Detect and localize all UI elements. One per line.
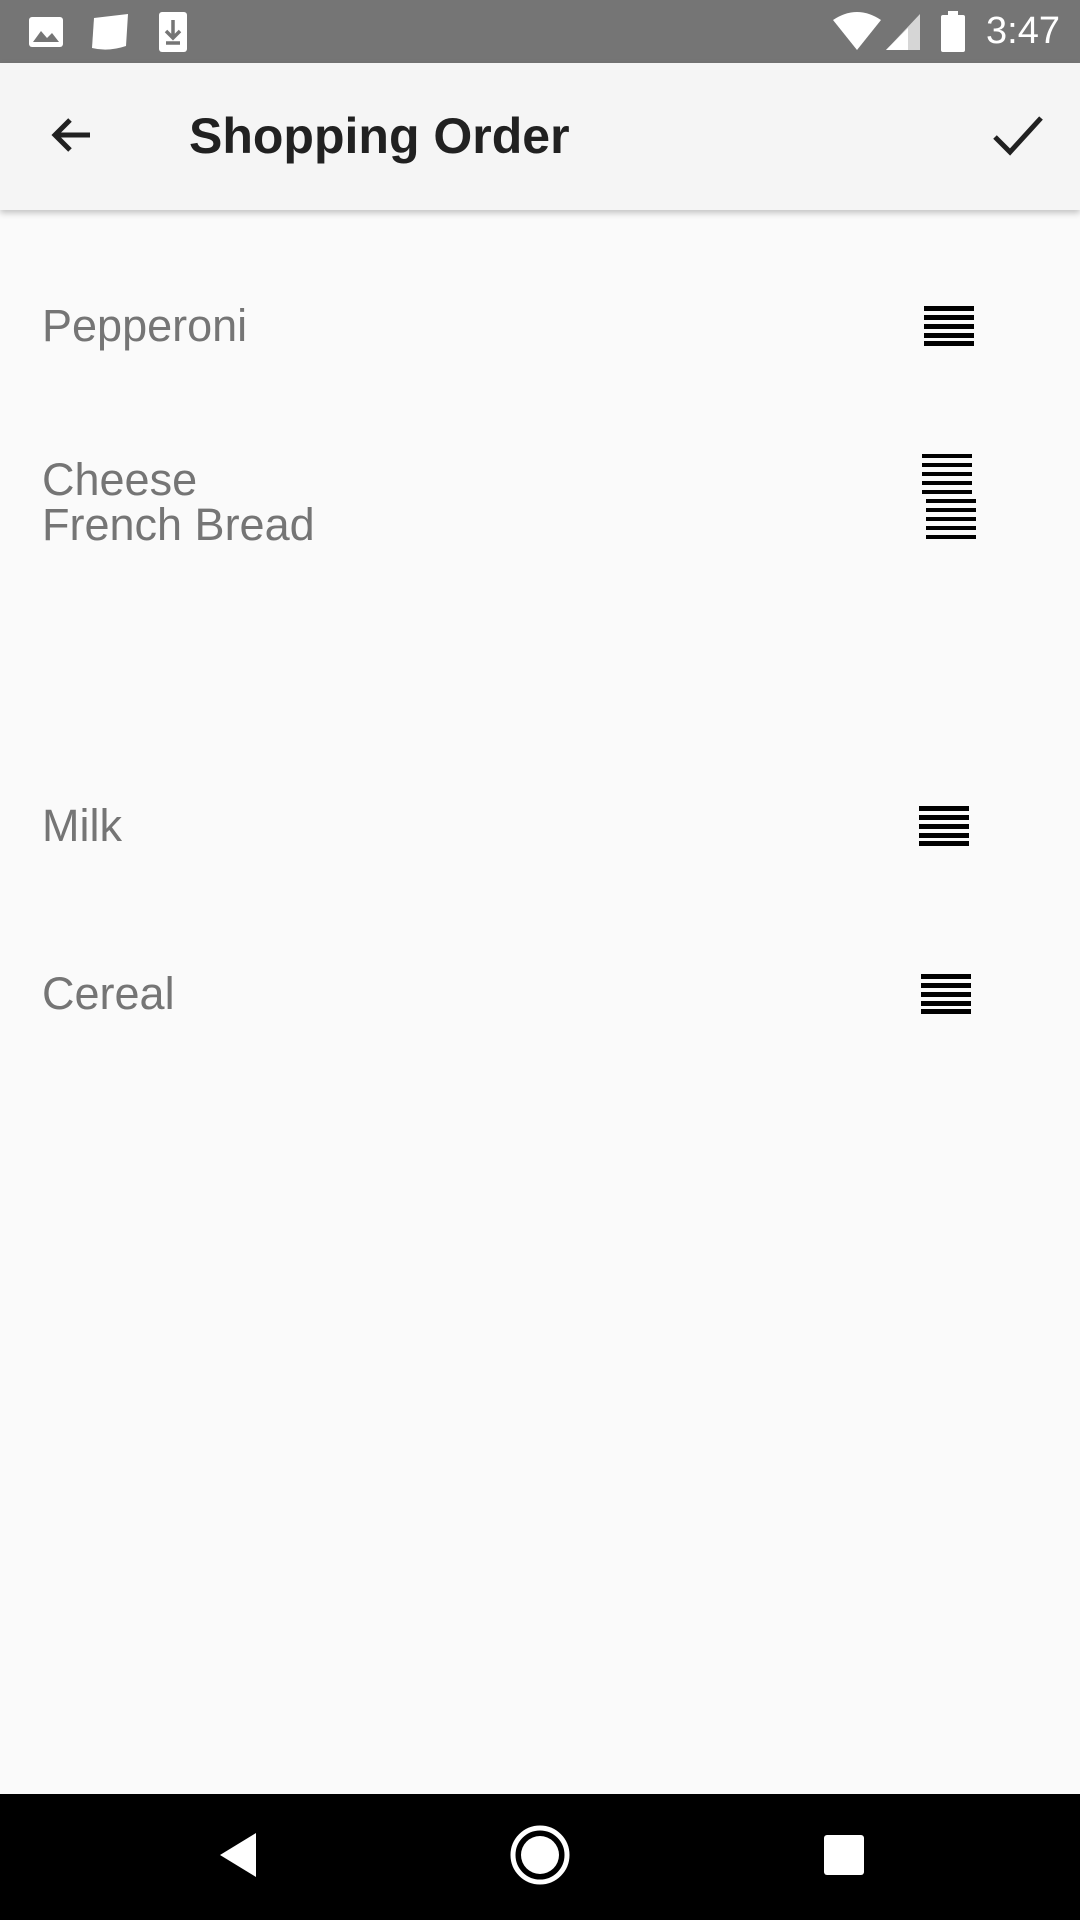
nav-home-button[interactable] <box>470 1794 610 1920</box>
check-icon <box>992 113 1044 162</box>
drag-handle-icon[interactable] <box>924 306 974 351</box>
app-bar: Shopping Order <box>0 63 1080 210</box>
signal-icon <box>884 0 922 63</box>
status-time: 3:47 <box>986 10 1060 52</box>
nav-back-button[interactable] <box>168 1794 308 1920</box>
nav-recents-button[interactable] <box>774 1794 914 1920</box>
nav-recents-icon <box>823 1834 865 1881</box>
drag-handle-icon[interactable] <box>921 974 971 1019</box>
download-icon <box>158 0 188 63</box>
system-nav-bar <box>0 1794 1080 1920</box>
page-title: Shopping Order <box>189 108 570 164</box>
item-label: Cheese <box>42 454 198 505</box>
drag-handle-icon[interactable] <box>922 454 972 503</box>
status-bar: 3:47 <box>0 0 1080 63</box>
arrow-back-icon <box>48 111 96 164</box>
confirm-button[interactable] <box>976 95 1060 179</box>
nav-back-icon <box>216 1830 260 1885</box>
item-label: Cereal <box>42 968 175 1019</box>
drag-handle-icon[interactable] <box>926 499 976 548</box>
back-button[interactable] <box>30 95 114 179</box>
battery-icon <box>940 0 966 63</box>
nav-home-icon <box>509 1824 571 1891</box>
item-label: Pepperoni <box>42 300 248 351</box>
drag-handle-icon[interactable] <box>919 806 969 851</box>
image-icon <box>28 0 64 63</box>
wifi-icon <box>832 0 882 63</box>
note-icon <box>88 0 132 63</box>
item-label: Milk <box>42 800 122 851</box>
item-label: French Bread <box>42 499 315 550</box>
